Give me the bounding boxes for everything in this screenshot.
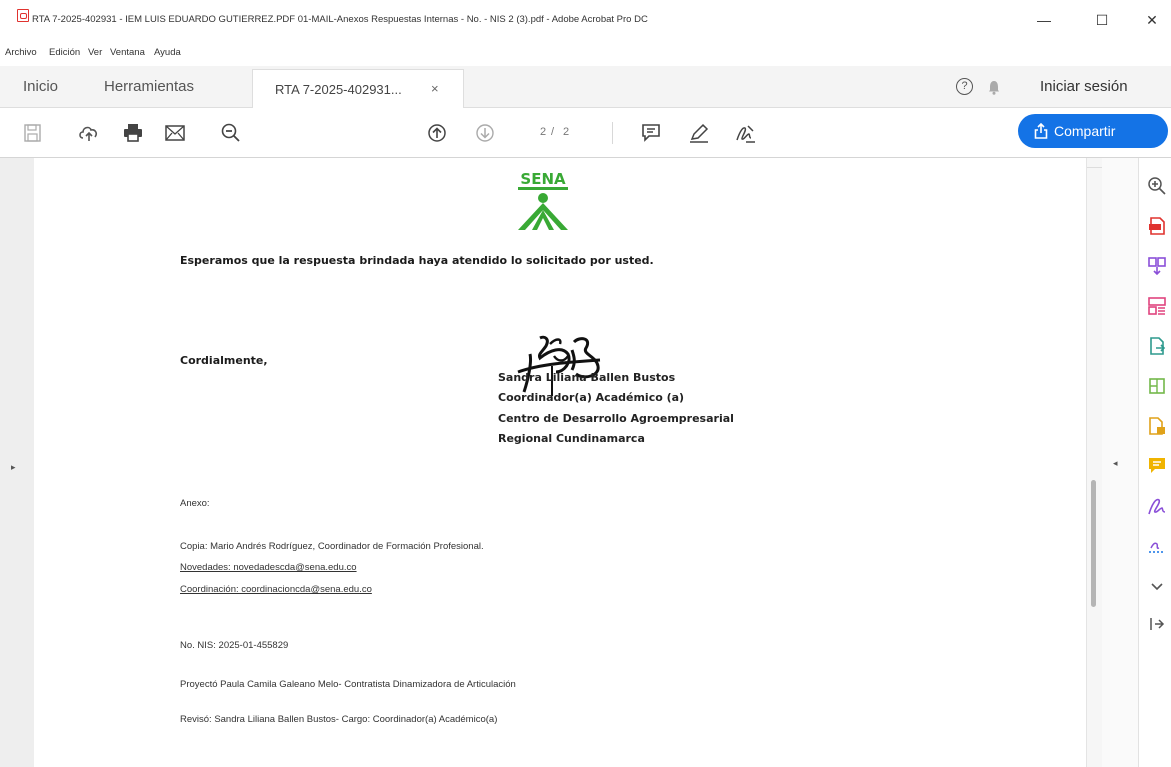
window-title: RTA 7-2025-402931 - IEM LUIS EDUARDO GUT… (32, 14, 648, 25)
minimize-button[interactable]: — (1030, 8, 1058, 32)
menu-edicion[interactable]: Edición (49, 47, 80, 58)
page-down-icon[interactable] (474, 123, 496, 143)
page-total: 2 (563, 126, 570, 138)
menu-ventana[interactable]: Ventana (110, 47, 145, 58)
tab-document[interactable]: RTA 7-2025-402931... × (252, 69, 464, 108)
close-tab-button[interactable]: × (431, 81, 439, 96)
export-pdf-icon[interactable] (1147, 216, 1167, 236)
more-tools-icon[interactable] (1147, 576, 1167, 596)
vertical-scrollbar[interactable] (1086, 158, 1103, 767)
signer-name: Sandra Liliana Ballen Bustos (498, 371, 676, 384)
annex-label: Anexo: (180, 498, 210, 509)
email-icon[interactable] (164, 123, 186, 143)
closing-statement: Esperamos que la respuesta brindada haya… (180, 254, 654, 267)
svg-text:SENA: SENA (520, 170, 566, 188)
help-icon[interactable]: ? (956, 78, 973, 95)
close-window-button[interactable]: ✕ (1138, 8, 1166, 32)
toolbar-divider (612, 122, 613, 144)
bell-icon[interactable] (988, 80, 1000, 95)
reviewed-by: Revisó: Sandra Liliana Ballen Bustos- Ca… (180, 714, 498, 725)
copy-line: Copia: Mario Andrés Rodríguez, Coordinad… (180, 541, 484, 552)
document-tab-label: RTA 7-2025-402931... (275, 82, 402, 97)
zoom-out-icon[interactable] (220, 123, 242, 143)
menu-ver[interactable]: Ver (88, 47, 102, 58)
collapse-right-panel-icon[interactable]: ◂ (1113, 458, 1118, 469)
projected-by: Proyectó Paula Camila Galeano Melo- Cont… (180, 679, 516, 690)
coordinacion-email-link[interactable]: Coordinación: coordinacioncda@sena.edu.c… (180, 584, 372, 595)
collapse-panel-icon[interactable] (1147, 614, 1167, 634)
page-up-icon[interactable] (426, 123, 448, 143)
menu-archivo[interactable]: Archivo (5, 47, 37, 58)
upload-cloud-icon[interactable] (78, 123, 100, 143)
share-button[interactable]: Compartir (1018, 114, 1168, 148)
create-pdf-icon[interactable] (1147, 376, 1167, 396)
pdf-file-icon (17, 9, 29, 22)
signin-link[interactable]: Iniciar sesión (1040, 78, 1128, 95)
organize-pages-icon[interactable] (1147, 296, 1167, 316)
novedades-email-link[interactable]: Novedades: novedadescda@sena.edu.co (180, 562, 357, 573)
main-toolbar: 2 / 2 (0, 108, 1171, 158)
signer-region: Regional Cundinamarca (498, 432, 645, 445)
menu-ayuda[interactable]: Ayuda (154, 47, 181, 58)
maximize-button[interactable]: ☐ (1088, 8, 1116, 32)
share-icon (1034, 123, 1048, 139)
signer-center: Centro de Desarrollo Agroempresarial (498, 412, 734, 425)
right-panel-divider (1102, 158, 1138, 767)
request-signature-icon[interactable] (1147, 536, 1167, 556)
comment-panel-icon[interactable] (1147, 456, 1167, 476)
page-separator: / (551, 126, 555, 138)
comment-icon[interactable] (640, 123, 662, 143)
tab-inicio[interactable]: Inicio (23, 78, 58, 95)
sign-icon[interactable] (734, 123, 756, 143)
handwritten-signature (517, 335, 601, 396)
scrollbar-top-cap (1087, 158, 1103, 168)
save-icon[interactable] (22, 123, 44, 143)
page-number-input[interactable]: 2 (536, 126, 550, 138)
fill-sign-icon[interactable] (1147, 496, 1167, 516)
zoom-icon[interactable] (1147, 176, 1167, 196)
tab-herramientas[interactable]: Herramientas (104, 78, 194, 95)
export-file-icon[interactable] (1147, 416, 1167, 436)
share-label: Compartir (1054, 123, 1116, 139)
print-icon[interactable] (122, 123, 144, 143)
menu-bar: Archivo Edición Ver Ventana Ayuda (0, 44, 1171, 62)
salutation: Cordialmente, (180, 354, 268, 367)
edit-pdf-icon[interactable] (1147, 336, 1167, 356)
nis-number: No. NIS: 2025-01-455829 (180, 640, 289, 651)
highlight-pen-icon[interactable] (688, 123, 710, 143)
combine-files-icon[interactable] (1147, 256, 1167, 276)
document-page: SENA Esperamos que la respuesta brindada… (34, 158, 1086, 767)
signer-role: Coordinador(a) Académico (a) (498, 391, 685, 404)
right-tools-panel (1138, 158, 1171, 767)
left-panel-handle[interactable] (0, 158, 34, 767)
title-bar: RTA 7-2025-402931 - IEM LUIS EDUARDO GUT… (0, 0, 1171, 44)
scrollbar-thumb[interactable] (1091, 480, 1096, 607)
expand-left-panel-icon[interactable]: ▸ (11, 462, 16, 473)
sena-logo: SENA (518, 170, 568, 230)
